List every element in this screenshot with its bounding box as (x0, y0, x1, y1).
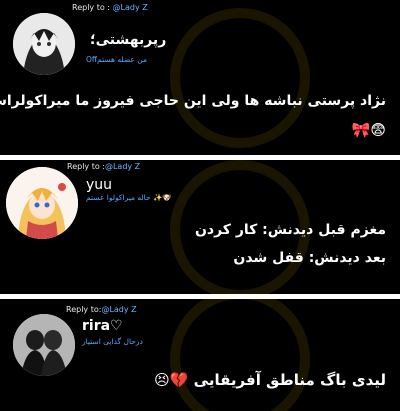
reply-mention-link[interactable]: @Lady Z (113, 3, 148, 12)
watermark-logo (170, 8, 310, 148)
post-card-2: Reply to :@Lady Z yuu حاله میراکولوا عست… (0, 160, 400, 294)
message-line-1: مغزم قبل دیدنش: کار کردن (194, 222, 386, 238)
username[interactable]: رپربهشتی؛ (90, 32, 400, 48)
message-line-2: بعد دیدنش: قفل شدن (233, 250, 386, 266)
user-status: حاله میراکولوا عستم ✨🐶 (86, 193, 172, 202)
user-status: درحال گدایی استیار (82, 337, 143, 346)
avatar[interactable] (13, 314, 75, 376)
reply-to-line: Reply to : @Lady Z (72, 3, 148, 12)
avatar-photo (13, 314, 75, 376)
avatar[interactable] (13, 13, 75, 75)
reply-mention-link[interactable]: @Lady Z (105, 162, 140, 171)
avatar-illustration (6, 167, 78, 239)
reply-to-line: Reply to :@Lady Z (67, 162, 141, 171)
username[interactable]: yuu (86, 177, 112, 193)
reply-mention-link[interactable]: @Lady Z (101, 305, 136, 314)
message-line-1: نژاد پرستی نباشه ها ولی این حاجی فیروز م… (0, 93, 386, 109)
username[interactable]: rira♡ (82, 318, 123, 334)
post-card-1: Reply to : @Lady Z رپربهشتی؛ Offمن عضله … (0, 0, 400, 155)
reply-to-line: Reply to:@Lady Z (66, 305, 137, 314)
user-status: Offمن عضله هستم (86, 55, 147, 64)
message-line-1: لیدی باگ مناطق آفریقایی 💔😣 (154, 371, 386, 389)
post-card-3: Reply to:@Lady Z rira♡ درحال گدایی استیا… (0, 299, 400, 411)
avatar[interactable] (6, 167, 78, 239)
avatar-illustration (13, 13, 75, 75)
watermark-logo (170, 299, 310, 411)
message-line-2: 😨🎀 (351, 121, 386, 139)
